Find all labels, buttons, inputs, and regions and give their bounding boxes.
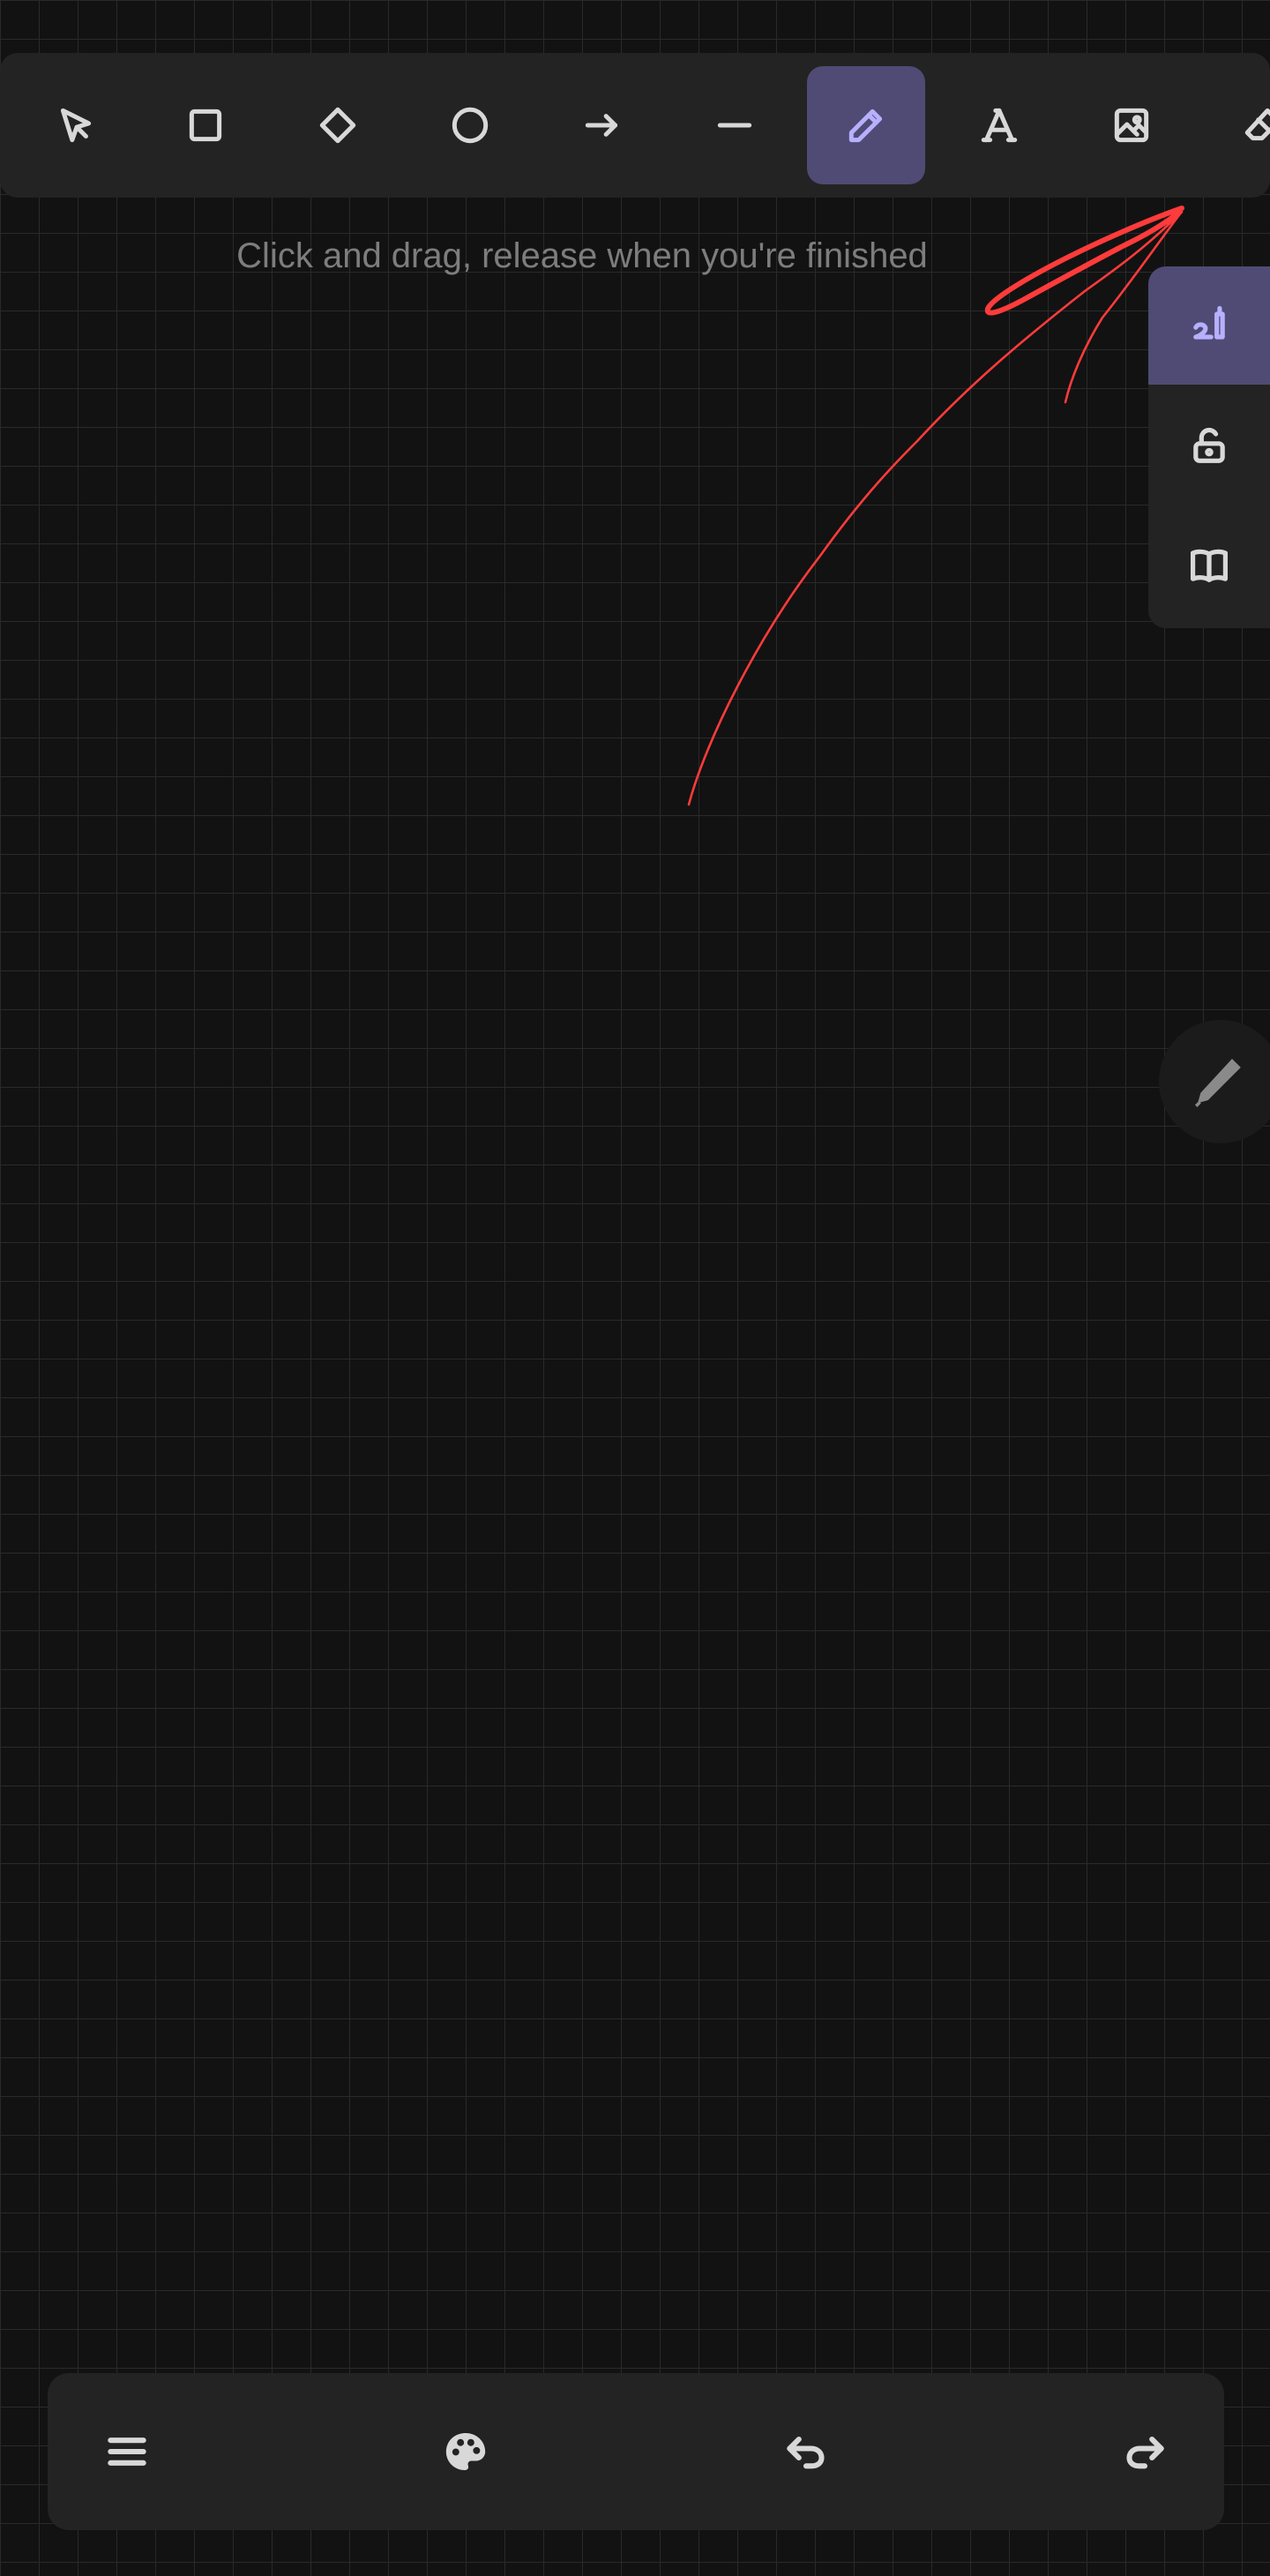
tool-selection[interactable]	[17, 66, 135, 184]
tool-rectangle[interactable]	[146, 66, 265, 184]
bottom-bar	[48, 2373, 1224, 2530]
color-palette-button[interactable]	[422, 2408, 510, 2496]
stylus-mode-button[interactable]	[1148, 266, 1270, 385]
hamburger-menu-icon	[108, 2437, 146, 2466]
undo-icon	[787, 2436, 825, 2469]
arrow-right-icon	[585, 114, 618, 137]
tool-ellipse[interactable]	[411, 66, 529, 184]
circle-icon	[452, 107, 489, 144]
tool-text[interactable]	[940, 66, 1058, 184]
cursor-arrow-icon	[60, 108, 92, 143]
side-panel	[1148, 266, 1270, 628]
line-icon	[717, 123, 752, 128]
tool-image[interactable]	[1072, 66, 1191, 184]
unlock-icon	[1193, 427, 1225, 463]
text-a-icon	[981, 108, 1018, 143]
redo-button[interactable]	[1101, 2408, 1189, 2496]
book-icon	[1190, 549, 1229, 582]
lock-button[interactable]	[1148, 386, 1270, 505]
pencil-icon	[1194, 1059, 1241, 1107]
square-icon	[189, 109, 222, 142]
tool-eraser[interactable]	[1205, 66, 1270, 184]
undo-button[interactable]	[762, 2408, 850, 2496]
redo-icon	[1126, 2436, 1164, 2469]
palette-icon	[445, 2433, 486, 2470]
tool-line[interactable]	[676, 66, 794, 184]
canvas-hint-text: Click and drag, release when you're fini…	[236, 236, 928, 275]
diamond-icon	[319, 107, 356, 144]
tool-diamond[interactable]	[279, 66, 397, 184]
tool-arrow[interactable]	[543, 66, 661, 184]
library-button[interactable]	[1148, 506, 1270, 625]
image-icon	[1114, 108, 1149, 143]
top-toolbar	[0, 53, 1270, 198]
eraser-icon	[1244, 108, 1270, 141]
stylus-icon	[1193, 305, 1225, 340]
tool-draw[interactable]	[807, 66, 925, 184]
pencil-icon	[848, 109, 883, 143]
drawing-canvas[interactable]	[0, 0, 1270, 2576]
menu-button[interactable]	[83, 2408, 171, 2496]
